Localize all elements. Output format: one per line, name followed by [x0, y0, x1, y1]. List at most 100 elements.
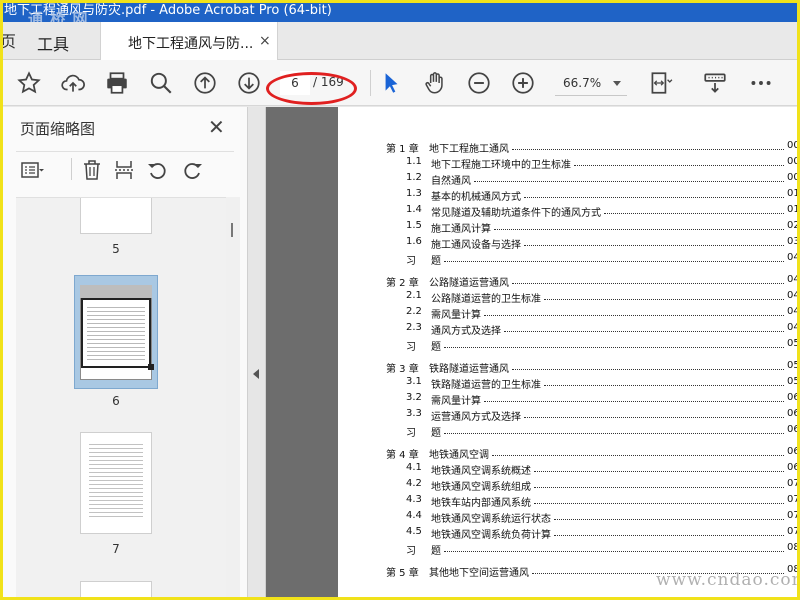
options-menu-icon[interactable]	[20, 158, 44, 182]
toc-leader	[554, 535, 784, 536]
keyboard-scroll-icon[interactable]	[700, 68, 730, 98]
toc-row[interactable]: 4.4 地铁通风空调系统运行状态 07	[386, 510, 800, 525]
thumbnail-panel: 页面缩略图 ✕ 5 6 7	[0, 107, 248, 600]
panel-separator	[71, 158, 72, 180]
scrollbar-thumb[interactable]	[231, 223, 233, 237]
tab-home[interactable]: 页	[0, 28, 16, 52]
toc-row[interactable]: 1.3 基本的机械通风方式 01	[386, 188, 800, 203]
tab-close-icon[interactable]: ×	[259, 33, 271, 49]
toc-number: 习	[406, 256, 416, 267]
toc-title: 地下工程施工通风	[429, 144, 509, 155]
tab-bar: 页 工具 地下工程通风与防... ×	[0, 22, 800, 61]
toc-page: 05	[787, 376, 800, 387]
print-icon[interactable]	[102, 68, 132, 98]
toc-title: 运营通风方式及选择	[431, 412, 521, 423]
toc-leader	[504, 331, 784, 332]
toc-row[interactable]: 1.4 常见隧道及辅助坑道条件下的通风方式 01	[386, 204, 800, 219]
toc-row[interactable]: 2.3 通风方式及选择 04	[386, 322, 800, 337]
chevron-down-icon	[613, 81, 621, 86]
insert-page-icon[interactable]	[112, 158, 136, 182]
toc-row[interactable]: 2.2 需风量计算 04	[386, 306, 800, 321]
toc-row[interactable]: 习 题 05	[386, 338, 800, 353]
toc-leader	[524, 417, 784, 418]
panel-scrollbar[interactable]	[226, 197, 240, 600]
hand-tool-icon[interactable]	[420, 68, 450, 98]
toc-number: 4.3	[406, 494, 422, 505]
toc-number: 3.3	[406, 408, 422, 419]
toc-number: 1.2	[406, 172, 422, 183]
toc-row[interactable]: 习 题 04	[386, 252, 800, 267]
thumbnail-page-5[interactable]	[80, 198, 152, 234]
thumbnail-list[interactable]: 5 6 7	[16, 197, 226, 600]
toc-page: 04	[787, 290, 800, 301]
toc-title: 地铁通风空调系统负荷计算	[431, 530, 551, 541]
close-icon[interactable]: ✕	[208, 115, 225, 139]
toc-leader	[444, 551, 784, 552]
toc-row[interactable]: 第 2 章公路隧道运营通风 04	[386, 274, 800, 289]
toc-number: 第 2 章	[386, 278, 419, 289]
toolbar-separator	[370, 70, 371, 96]
watermark-url: www.cndao.com	[656, 570, 800, 590]
panel-toolbar	[16, 151, 234, 183]
tab-document-label: 地下工程通风与防...	[128, 36, 254, 52]
zoom-dropdown[interactable]: 66.7%	[555, 72, 627, 96]
toc-title: 基本的机械通风方式	[431, 192, 521, 203]
zoom-in-icon[interactable]	[508, 68, 538, 98]
toc-title: 题	[431, 342, 441, 353]
tab-tools[interactable]: 工具	[37, 31, 69, 55]
toc-row[interactable]: 3.3 运营通风方式及选择 06	[386, 408, 800, 423]
more-options-icon[interactable]	[746, 68, 776, 98]
toc-number: 第 3 章	[386, 364, 419, 375]
pdf-page[interactable]: 第 1 章地下工程施工通风 00 1.1 地下工程施工环境中的卫生标准 00 1.2 自然通…	[338, 107, 800, 600]
toc-row[interactable]: 第 1 章地下工程施工通风 00	[386, 140, 800, 155]
toc-row[interactable]: 2.1 公路隧道运营的卫生标准 04	[386, 290, 800, 305]
toc-row[interactable]: 3.2 需风量计算 06	[386, 392, 800, 407]
toc-leader	[512, 283, 784, 284]
toc-row[interactable]: 4.2 地铁通风空调系统组成 07	[386, 478, 800, 493]
zoom-out-icon[interactable]	[464, 68, 494, 98]
toc-row[interactable]: 1.5 施工通风计算 02	[386, 220, 800, 235]
star-icon[interactable]	[14, 68, 44, 98]
search-icon[interactable]	[146, 68, 176, 98]
toc-leader	[484, 401, 784, 402]
toc-page: 08	[787, 542, 800, 553]
toc-leader	[494, 229, 784, 230]
toc-number: 1.6	[406, 236, 422, 247]
page-up-icon[interactable]	[190, 68, 220, 98]
toc-title: 公路隧道运营的卫生标准	[431, 294, 541, 305]
toc-row[interactable]: 习 题 08	[386, 542, 800, 557]
fit-page-icon[interactable]	[645, 68, 675, 98]
select-cursor-icon[interactable]	[376, 68, 406, 98]
toc-number: 2.2	[406, 306, 422, 317]
toc-row[interactable]: 第 3 章铁路隧道运营通风 05	[386, 360, 800, 375]
toc-page: 00	[787, 156, 800, 167]
toc-row[interactable]: 4.1 地铁通风空调系统概述 06	[386, 462, 800, 477]
toc-row[interactable]: 4.5 地铁通风空调系统负荷计算 07	[386, 526, 800, 541]
toc-row[interactable]: 习 题 06	[386, 424, 800, 439]
toc-row[interactable]: 3.1 铁路隧道运营的卫生标准 05	[386, 376, 800, 391]
tab-document[interactable]: 地下工程通风与防... ×	[100, 22, 278, 61]
toc-title: 自然通风	[431, 176, 471, 187]
toc-title: 地铁车站内部通风系统	[431, 498, 531, 509]
thumbnail-page-7[interactable]	[80, 432, 152, 534]
collapse-panel-button[interactable]	[248, 107, 266, 600]
toc-title: 题	[431, 256, 441, 267]
toc-row[interactable]: 第 4 章地铁通风空调 06	[386, 446, 800, 461]
page-down-icon[interactable]	[234, 68, 264, 98]
delete-icon[interactable]	[80, 158, 104, 182]
document-view[interactable]: 第 1 章地下工程施工通风 00 1.1 地下工程施工环境中的卫生标准 00 1.2 自然通…	[248, 107, 800, 600]
toc-row[interactable]: 1.2 自然通风 00	[386, 172, 800, 187]
toc-page: 05	[787, 338, 800, 349]
toc-leader	[492, 455, 784, 456]
rotate-right-icon[interactable]	[180, 158, 204, 182]
thumbnail-page-6[interactable]	[80, 285, 154, 380]
toc-row[interactable]: 1.1 地下工程施工环境中的卫生标准 00	[386, 156, 800, 171]
toc-row[interactable]: 4.3 地铁车站内部通风系统 07	[386, 494, 800, 509]
rotate-left-icon[interactable]	[146, 158, 170, 182]
thumbnail-page-8[interactable]	[80, 581, 152, 600]
cloud-upload-icon[interactable]	[58, 68, 88, 98]
toolbar: 6 / 169 66.7%	[0, 60, 800, 106]
toc-title: 地铁通风空调	[429, 450, 489, 461]
toc-row[interactable]: 1.6 施工通风设备与选择 03	[386, 236, 800, 251]
toc-page: 01	[787, 188, 800, 199]
